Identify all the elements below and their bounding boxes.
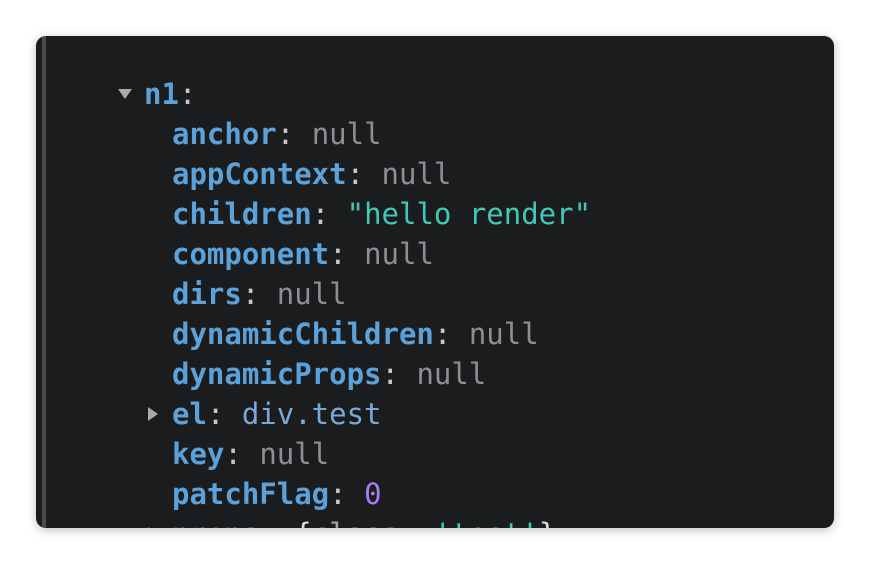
property-value: null bbox=[259, 437, 330, 471]
property-value: div.test bbox=[241, 397, 382, 431]
property-key: dynamicChildren bbox=[172, 317, 434, 351]
property-key: key bbox=[172, 437, 225, 471]
object-preview-colon: : bbox=[399, 514, 434, 528]
property-row[interactable]: dynamicChildren: null bbox=[172, 314, 539, 354]
property-key: el bbox=[172, 397, 207, 431]
object-close-brace: } bbox=[539, 514, 556, 528]
property-colon: : bbox=[433, 317, 469, 351]
property-row[interactable]: dirs: null bbox=[172, 274, 347, 314]
property-key: props bbox=[172, 514, 259, 528]
property-value: null bbox=[416, 357, 487, 391]
expand-triangle-icon[interactable] bbox=[118, 89, 144, 99]
property-value: null bbox=[364, 237, 434, 271]
property-row-el[interactable]: el: div.test bbox=[148, 394, 382, 434]
node-colon: : bbox=[178, 77, 197, 111]
property-key: dirs bbox=[172, 277, 242, 311]
expand-triangle-icon[interactable] bbox=[148, 527, 172, 528]
property-key: appContext bbox=[172, 157, 347, 191]
property-row[interactable]: children: "hello render" bbox=[172, 194, 591, 234]
property-row-props[interactable]: props: {class: 'test'} bbox=[148, 514, 556, 528]
property-colon: : bbox=[329, 477, 365, 511]
tree-node-n1[interactable]: n1: bbox=[118, 74, 196, 114]
object-open-brace: { bbox=[294, 514, 311, 528]
property-colon: : bbox=[241, 277, 277, 311]
property-colon: : bbox=[206, 397, 242, 431]
property-row[interactable]: appContext: null bbox=[172, 154, 451, 194]
property-colon: : bbox=[224, 437, 260, 471]
property-value: "hello render" bbox=[346, 197, 592, 231]
property-value: null bbox=[381, 157, 452, 191]
property-colon: : bbox=[259, 514, 294, 528]
property-value: null bbox=[276, 277, 347, 311]
property-row[interactable]: component: null bbox=[172, 234, 434, 274]
object-preview-value: 'test' bbox=[434, 514, 539, 528]
property-row[interactable]: dynamicProps: null bbox=[172, 354, 486, 394]
property-value: null bbox=[311, 117, 382, 151]
property-colon: : bbox=[311, 197, 347, 231]
property-value: 0 bbox=[364, 477, 382, 511]
property-colon: : bbox=[276, 117, 312, 151]
object-preview-key: class bbox=[312, 514, 399, 528]
property-key: dynamicProps bbox=[172, 357, 382, 391]
object-tree: n1: anchor: null appContext: null childr… bbox=[36, 36, 834, 528]
property-key: patchFlag bbox=[172, 477, 330, 511]
property-colon: : bbox=[329, 237, 365, 271]
node-key: n1 bbox=[144, 77, 179, 111]
property-value: null bbox=[468, 317, 539, 351]
property-colon: : bbox=[346, 157, 382, 191]
property-row[interactable]: key: null bbox=[172, 434, 329, 474]
property-colon: : bbox=[381, 357, 417, 391]
property-key: component bbox=[172, 237, 330, 271]
property-row[interactable]: patchFlag: 0 bbox=[172, 474, 382, 514]
devtools-object-inspector: n1: anchor: null appContext: null childr… bbox=[36, 36, 834, 528]
property-row[interactable]: anchor: null bbox=[172, 114, 382, 154]
expand-triangle-icon[interactable] bbox=[148, 407, 172, 421]
property-key: anchor bbox=[172, 117, 277, 151]
property-key: children bbox=[172, 197, 312, 231]
